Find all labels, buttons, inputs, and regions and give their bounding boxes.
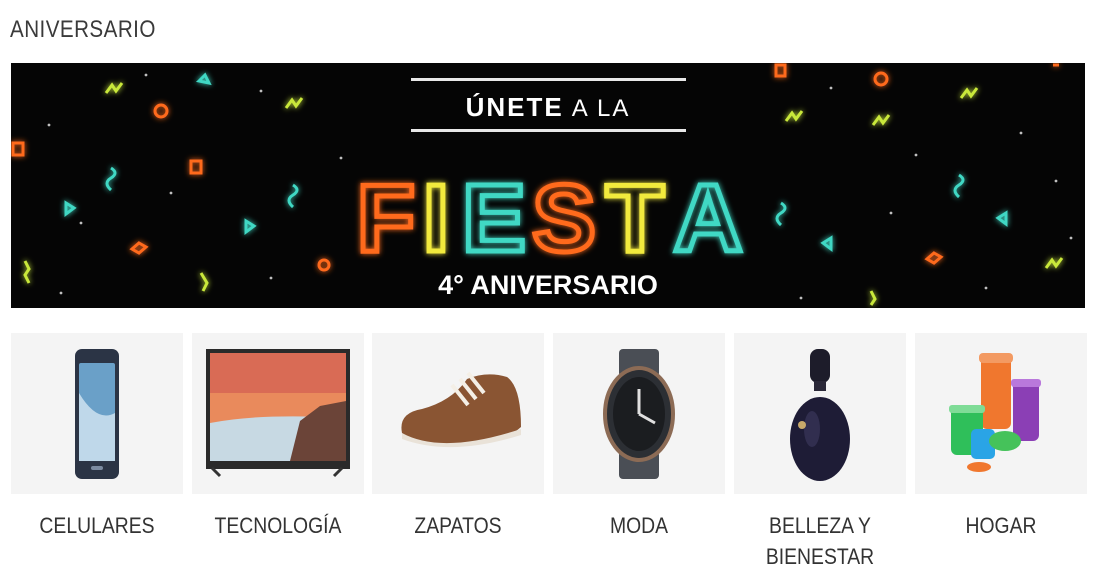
category-hogar[interactable]: HOGAR (915, 333, 1087, 541)
headline-letter-s: S (532, 165, 596, 272)
section-title: ANIVERSARIO (10, 16, 156, 43)
perfume-image (790, 349, 850, 481)
banner-subline: 4° ANIVERSARIO (438, 270, 658, 300)
banner-headline: F I E S T A (354, 163, 745, 275)
banner-line1-small: A LA (572, 95, 631, 122)
headline-letter-f: F (357, 165, 416, 272)
category-thumb[interactable] (915, 333, 1087, 494)
confetti-left (11, 72, 331, 292)
category-tecnologia[interactable]: TECNOLOGÍA (192, 333, 364, 541)
category-thumb[interactable] (192, 333, 364, 494)
category-moda[interactable]: MODA (553, 333, 725, 541)
headline-letter-i: I (423, 165, 450, 272)
smartphone-image (75, 349, 119, 479)
category-thumb[interactable] (11, 333, 183, 494)
category-label: ZAPATOS (414, 513, 502, 538)
svg-text:ÚNETEA LA: ÚNETE A LA (466, 92, 631, 122)
category-celulares[interactable]: CELULARES (11, 333, 183, 541)
category-label: TECNOLOGÍA (214, 513, 342, 538)
banner-rule-top (411, 78, 686, 81)
headline-letter-t: T (606, 165, 665, 272)
headline-letter-a: A (673, 165, 742, 272)
shoe-image (401, 371, 521, 448)
banner-rule-bottom (411, 129, 686, 132)
category-thumb[interactable] (734, 333, 906, 494)
banner-line1-big: ÚNETE (466, 92, 564, 122)
category-label: BELLEZA Y BIENESTAR (765, 513, 875, 569)
category-label: MODA (609, 513, 669, 538)
banner-graphic: ÚNETE A LA F I E S T A 4° ANIVERSARIO (11, 63, 1073, 306)
category-zapatos[interactable]: ZAPATOS (372, 333, 544, 541)
category-thumb[interactable] (553, 333, 725, 494)
confetti-right (774, 63, 1064, 306)
stars-left (47, 73, 343, 295)
category-label: HOGAR (965, 513, 1037, 538)
category-belleza-bienestar[interactable]: BELLEZA Y BIENESTAR (734, 333, 906, 572)
anniversary-banner[interactable]: ÚNETE A LA F I E S T A 4° ANIVERSARIO (11, 63, 1085, 308)
headline-letter-e: E (462, 165, 526, 272)
category-thumb[interactable] (372, 333, 544, 494)
television-image (206, 349, 350, 478)
category-label: CELULARES (39, 513, 155, 538)
containers-image (949, 353, 1041, 472)
stars-right (799, 86, 1073, 300)
watch-image (603, 349, 675, 479)
